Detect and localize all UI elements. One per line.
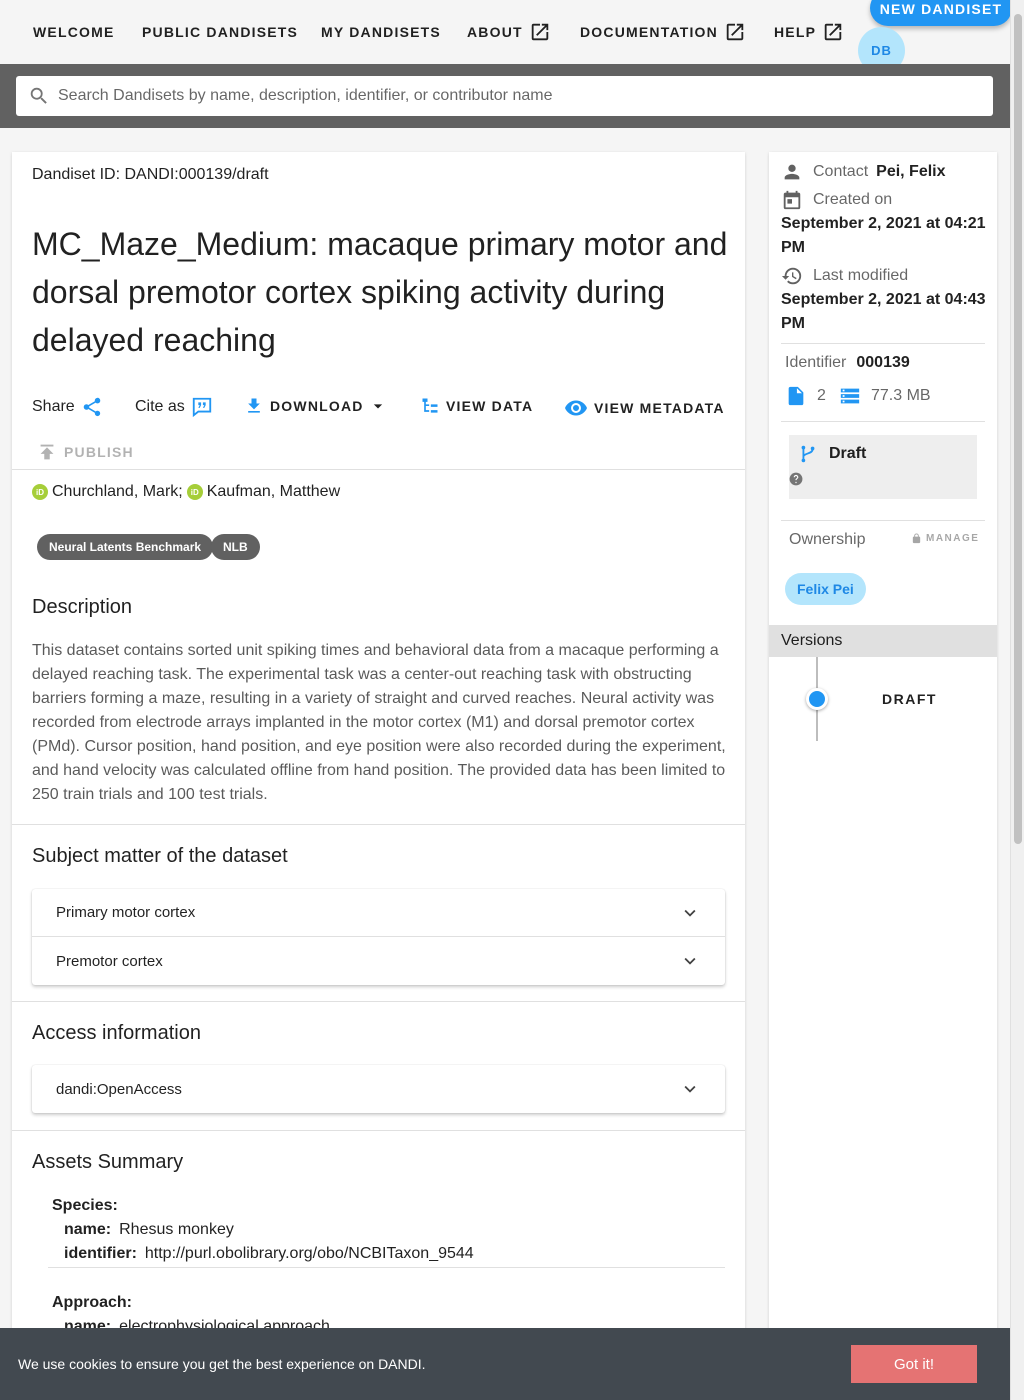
download-button[interactable]: Download <box>244 396 394 416</box>
help-icon[interactable] <box>789 472 803 486</box>
versions-heading: Versions <box>769 625 997 657</box>
access-heading: Access information <box>32 1022 201 1044</box>
view-data-button[interactable]: View Data <box>420 396 533 416</box>
divider <box>12 1130 745 1131</box>
share-icon <box>83 397 100 417</box>
version-draft[interactable]: DRAFT <box>882 691 937 707</box>
chevron-down-icon <box>684 957 696 965</box>
species-identifier: identifier: http://purl.obolibrary.org/ob… <box>64 1245 474 1262</box>
expansion-panel-header[interactable]: Primary motor cortex <box>32 889 725 937</box>
orcid-icon: iD <box>32 484 48 500</box>
dandiset-side-card: Contact Pei, Felix Created on September … <box>769 152 997 1400</box>
keyword-chip: Neural Latents Benchmark <box>37 534 214 560</box>
draft-status: Draft <box>797 443 866 465</box>
search-icon <box>30 87 47 104</box>
external-link-icon <box>726 23 744 41</box>
publish-button[interactable]: Publish <box>36 441 134 463</box>
version-status-box: Draft <box>789 435 977 499</box>
cookie-banner: We use cookies to ensure you get the bes… <box>0 1328 1010 1400</box>
nav-about[interactable]: About <box>467 0 551 64</box>
keyword-chip: NLB <box>211 534 260 560</box>
scrollbar[interactable] <box>1010 0 1024 1400</box>
nav-help[interactable]: Help <box>774 0 844 64</box>
contributors: iD Churchland, Mark; iD Kaufman, Matthew <box>32 483 340 501</box>
search-bar <box>0 64 1010 128</box>
contact-name[interactable]: Pei, Felix <box>876 163 945 181</box>
dandiset-main-card: Dandiset ID: DANDI:000139/draft MC_Maze_… <box>12 152 745 1400</box>
divider <box>12 469 745 470</box>
nav-documentation[interactable]: Documentation <box>580 0 746 64</box>
download-icon <box>248 398 260 413</box>
lock-icon <box>912 533 921 544</box>
species-label: Species: <box>52 1197 118 1214</box>
identifier-row: Identifier 000139 <box>785 354 910 371</box>
assets-heading: Assets Summary <box>32 1151 184 1173</box>
publish-icon <box>40 444 54 460</box>
person-icon <box>784 164 800 180</box>
created-row: Created on <box>781 189 892 211</box>
storage-icon <box>840 388 860 404</box>
approach-label: Approach: <box>52 1294 132 1311</box>
cookie-message: We use cookies to ensure you get the bes… <box>18 1356 426 1372</box>
page-title: MC_Maze_Medium: macaque primary motor an… <box>32 226 728 358</box>
nav-my-dandisets[interactable]: My Dandisets <box>321 0 441 64</box>
contributor-link[interactable]: Churchland, Mark; <box>52 483 183 501</box>
divider <box>781 343 985 344</box>
species-name: name: Rhesus monkey <box>64 1221 234 1238</box>
new-dandiset-button[interactable]: New Dandiset <box>870 0 1012 26</box>
divider <box>12 1001 745 1002</box>
access-panel: dandi:OpenAccess <box>32 1065 725 1113</box>
modified-row: Last modified <box>781 265 908 287</box>
description-text: This dataset contains sorted unit spikin… <box>32 642 726 803</box>
view-metadata-button[interactable]: View Metadata <box>564 396 725 420</box>
nav-welcome[interactable]: Welcome <box>33 0 115 64</box>
history-icon <box>781 267 802 285</box>
file-tree-icon <box>422 398 438 413</box>
app-bar: Welcome Public Dandisets My Dandisets Ab… <box>0 0 1012 74</box>
orcid-icon: iD <box>186 484 203 500</box>
file-icon <box>788 386 804 406</box>
manage-owners-button[interactable]: Manage <box>911 533 979 544</box>
created-date: September 2, 2021 at 04:21 PM <box>781 215 986 256</box>
owner-chip[interactable]: Felix Pei <box>785 573 866 605</box>
dandiset-id: Dandiset ID: DANDI:000139/draft <box>32 166 269 183</box>
ownership-label: Ownership <box>789 531 866 548</box>
nav-public-dandisets[interactable]: Public Dandisets <box>142 0 298 64</box>
search-input[interactable] <box>58 87 993 105</box>
modified-date: September 2, 2021 at 04:43 PM <box>781 291 986 332</box>
search-box <box>16 76 993 116</box>
cite-as-button[interactable]: Cite as <box>135 396 219 418</box>
calendar-icon <box>783 190 801 210</box>
contributor-link[interactable]: Kaufman, Matthew <box>207 483 340 501</box>
expansion-panel-header[interactable]: Premotor cortex <box>32 937 725 985</box>
divider <box>12 824 745 825</box>
contact-row: Contact Pei, Felix <box>781 161 946 183</box>
cookie-accept-button[interactable]: Got it! <box>851 1345 977 1383</box>
subject-heading: Subject matter of the dataset <box>32 845 288 867</box>
share-button[interactable]: Share <box>32 396 109 418</box>
branch-icon <box>801 445 815 463</box>
timeline-dot <box>806 688 828 710</box>
file-count-row: 2 <box>785 385 826 407</box>
divider <box>48 1267 725 1268</box>
expansion-panel-header[interactable]: dandi:OpenAccess <box>32 1065 725 1113</box>
chevron-down-icon <box>373 404 382 409</box>
chevron-down-icon <box>684 1085 696 1093</box>
quote-icon <box>192 397 211 418</box>
eye-icon <box>565 400 587 416</box>
divider <box>781 520 985 521</box>
external-link-icon <box>824 23 842 41</box>
size-row: 77.3 MB <box>839 385 931 407</box>
chevron-down-icon <box>684 909 696 917</box>
external-link-icon <box>531 23 549 41</box>
scrollbar-thumb[interactable] <box>1014 14 1022 844</box>
divider <box>781 421 985 422</box>
description-heading: Description <box>32 596 133 618</box>
subject-panel: Primary motor cortex Premotor cortex <box>32 889 725 985</box>
